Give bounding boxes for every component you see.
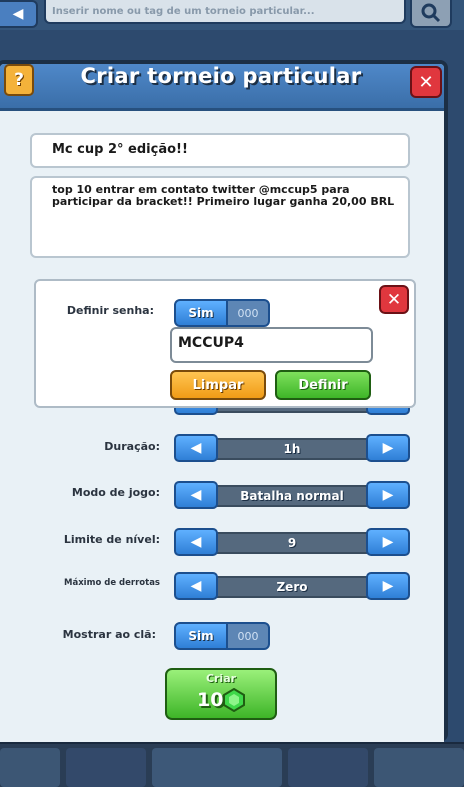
modal-title: Criar torneio particular <box>80 64 362 88</box>
create-cost: 10 <box>197 689 224 711</box>
password-on[interactable]: Sim <box>174 299 228 327</box>
help-button[interactable]: ? <box>4 64 34 96</box>
close-icon: ✕ <box>386 289 402 310</box>
nav-clan-icon[interactable] <box>288 748 368 787</box>
max-defeats-label: Máximo de derrotas <box>64 578 160 588</box>
create-button[interactable]: Criar 10 <box>165 668 277 720</box>
set-password-button[interactable]: Definir <box>275 370 371 400</box>
max-defeats-next-button[interactable]: ▶ <box>366 572 410 600</box>
game-mode-prev-button[interactable]: ◀ <box>174 481 218 509</box>
duration-label: Duração: <box>104 440 160 453</box>
close-button[interactable]: ✕ <box>410 66 442 98</box>
search-button[interactable] <box>410 0 452 28</box>
nav-events-icon[interactable] <box>374 748 464 787</box>
show-clan-on[interactable]: Sim <box>174 622 228 650</box>
back-button[interactable]: ◀ <box>0 0 38 28</box>
level-limit-prev-button[interactable]: ◀ <box>174 528 218 556</box>
game-mode-next-button[interactable]: ▶ <box>366 481 410 509</box>
password-label: Definir senha: <box>66 304 154 317</box>
chevron-left-icon: ◀ <box>190 578 202 594</box>
max-defeats-selector: ◀ Zero ▶ <box>174 572 410 602</box>
show-clan-label: Mostrar ao clã: <box>62 628 156 641</box>
chevron-left-icon: ◀ <box>190 534 202 550</box>
top-bar: ◀ Inserir nome ou tag de um torneio part… <box>0 0 464 30</box>
chevron-right-icon: ▶ <box>382 534 394 550</box>
chevron-right-icon: ▶ <box>382 440 394 456</box>
create-label: Criar <box>205 672 237 685</box>
show-clan-toggle[interactable]: Sim 000 <box>174 622 270 650</box>
duration-selector: ◀ 1h ▶ <box>174 434 410 464</box>
bottom-nav <box>0 742 464 787</box>
clear-button[interactable]: Limpar <box>170 370 266 400</box>
max-defeats-value: Zero <box>276 580 308 594</box>
game-mode-selector: ◀ Batalha normal ▶ <box>174 481 410 511</box>
level-limit-next-button[interactable]: ▶ <box>366 528 410 556</box>
level-limit-value: 9 <box>287 536 297 550</box>
game-mode-label: Modo de jogo: <box>71 486 160 499</box>
show-clan-off[interactable]: 000 <box>226 622 270 650</box>
level-limit-selector: ◀ 9 ▶ <box>174 528 410 558</box>
gem-icon <box>223 688 245 712</box>
password-close-button[interactable]: ✕ <box>379 285 409 314</box>
back-arrow-icon: ◀ <box>12 6 24 22</box>
chevron-right-icon: ▶ <box>382 487 394 503</box>
password-input[interactable]: MCCUP4 <box>170 327 373 363</box>
tournament-search-input[interactable]: Inserir nome ou tag de um torneio partic… <box>44 0 406 24</box>
duration-next-button[interactable]: ▶ <box>366 434 410 462</box>
nav-shop-icon[interactable] <box>0 748 60 787</box>
help-icon: ? <box>14 70 24 90</box>
search-placeholder: Inserir nome ou tag de um torneio partic… <box>52 5 315 17</box>
close-icon: ✕ <box>418 71 434 93</box>
level-limit-label: Limite de nível: <box>63 533 160 546</box>
duration-prev-button[interactable]: ◀ <box>174 434 218 462</box>
nav-battle-icon[interactable] <box>152 748 282 787</box>
game-mode-value: Batalha normal <box>240 489 344 503</box>
nav-cards-icon[interactable] <box>66 748 146 787</box>
password-off[interactable]: 000 <box>226 299 270 327</box>
tournament-description-input[interactable]: top 10 entrar em contato twitter @mccup5… <box>30 176 410 258</box>
password-toggle[interactable]: Sim 000 <box>174 299 270 327</box>
max-defeats-prev-button[interactable]: ◀ <box>174 572 218 600</box>
magnifier-icon <box>421 3 441 23</box>
chevron-left-icon: ◀ <box>190 487 202 503</box>
tournament-name-input[interactable]: Mc cup 2° edição!! <box>30 133 410 168</box>
chevron-left-icon: ◀ <box>190 440 202 456</box>
duration-value: 1h <box>283 442 301 456</box>
chevron-right-icon: ▶ <box>382 578 394 594</box>
